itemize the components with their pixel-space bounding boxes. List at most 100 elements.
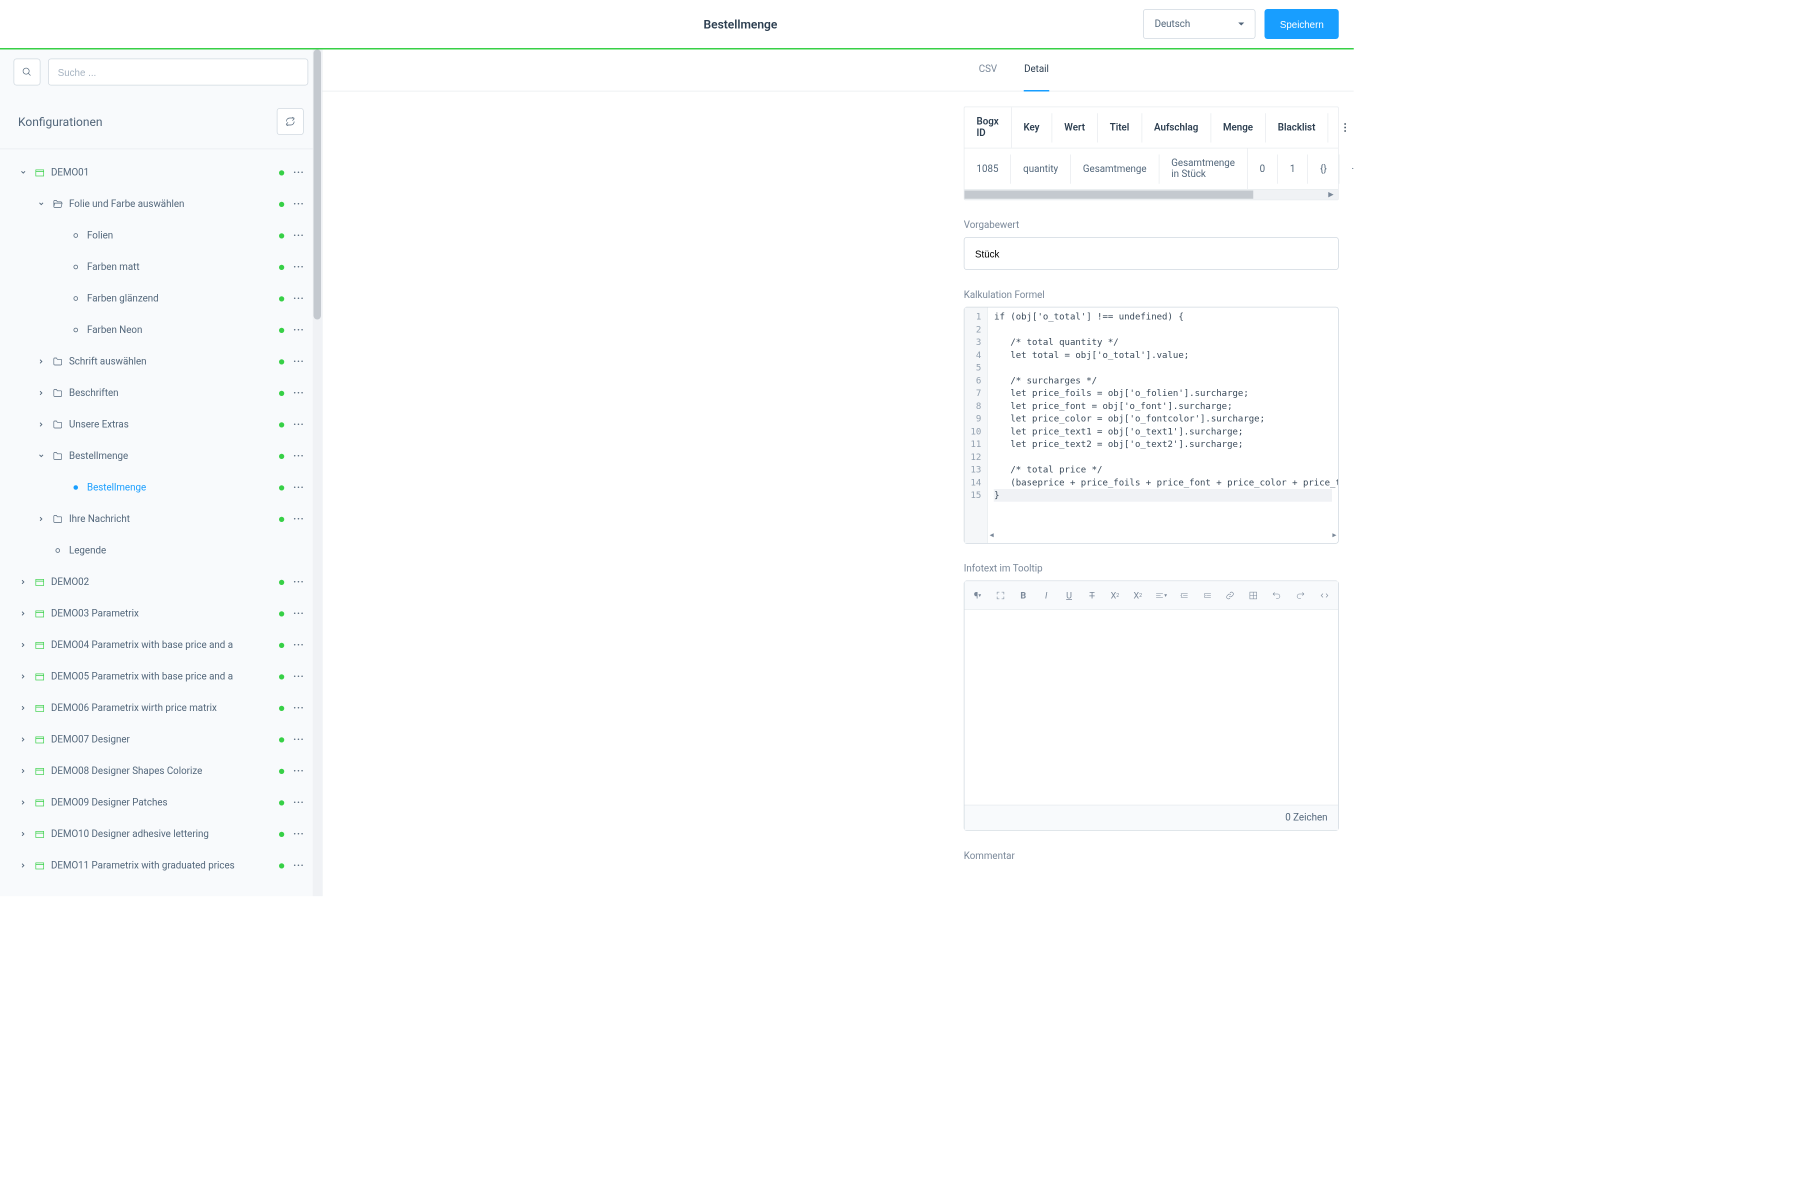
- chevron-icon: [18, 611, 29, 617]
- tree-item[interactable]: Beschriften ···: [0, 377, 322, 409]
- tree-label: Farben Neon: [87, 324, 270, 335]
- editor-body[interactable]: [965, 610, 1339, 805]
- pilcrow-icon[interactable]: ¶▾: [972, 589, 983, 601]
- tree-item[interactable]: DEMO04 Parametrix with base price and a …: [0, 629, 322, 661]
- more-icon[interactable]: ···: [293, 230, 308, 241]
- box-icon: [33, 766, 47, 777]
- tree-item[interactable]: Farben Neon ···: [0, 314, 322, 346]
- tree-item[interactable]: Ihre Nachricht ···: [0, 503, 322, 535]
- tree-item[interactable]: DEMO09 Designer Patches ···: [0, 787, 322, 819]
- tree-item[interactable]: DEMO05 Parametrix with base price and a …: [0, 661, 322, 693]
- outdent-icon[interactable]: [1179, 589, 1190, 601]
- chevron-icon: [18, 170, 29, 176]
- more-icon[interactable]: ···: [293, 450, 308, 461]
- tree-item[interactable]: Farben glänzend ···: [0, 283, 322, 315]
- save-button[interactable]: Speichern: [1265, 9, 1339, 39]
- tree-item[interactable]: DEMO10 Designer adhesive lettering ···: [0, 818, 322, 850]
- tree-item[interactable]: Unsere Extras ···: [0, 409, 322, 441]
- bold-icon[interactable]: B: [1018, 589, 1029, 601]
- more-icon[interactable]: ···: [293, 419, 308, 430]
- more-icon[interactable]: ···: [293, 860, 308, 871]
- tree-item[interactable]: DEMO11 Parametrix with graduated prices …: [0, 850, 322, 882]
- chevron-icon: [18, 831, 29, 837]
- row-actions[interactable]: ···: [1340, 154, 1354, 183]
- sidebar-scrollbar[interactable]: [313, 50, 322, 897]
- align-icon[interactable]: ▾: [1155, 589, 1167, 601]
- table-header: Blacklist: [1266, 113, 1328, 142]
- more-icon[interactable]: ···: [293, 671, 308, 682]
- chevron-icon: [18, 737, 29, 743]
- more-icon[interactable]: ···: [293, 167, 308, 178]
- infotext-label: Infotext im Tooltip: [964, 563, 1339, 574]
- more-icon[interactable]: ···: [293, 828, 308, 839]
- status-dot: [279, 737, 284, 742]
- table-cell: 0: [1248, 154, 1278, 183]
- more-icon[interactable]: ···: [293, 387, 308, 398]
- status-dot: [279, 233, 284, 238]
- status-dot: [279, 642, 284, 647]
- more-icon[interactable]: ···: [293, 576, 308, 587]
- more-icon[interactable]: ···: [293, 513, 308, 524]
- tree-item[interactable]: DEMO02 ···: [0, 566, 322, 598]
- tree-label: Ihre Nachricht: [69, 513, 270, 524]
- default-value-input[interactable]: [964, 237, 1339, 270]
- more-icon[interactable]: ···: [293, 324, 308, 335]
- more-icon[interactable]: ···: [293, 734, 308, 745]
- tree-item[interactable]: Farben matt ···: [0, 251, 322, 283]
- status-dot: [279, 422, 284, 427]
- fullscreen-icon[interactable]: [995, 589, 1006, 601]
- infotext-editor: ¶▾ B I U T X2 X2 ▾: [964, 581, 1339, 832]
- more-icon[interactable]: ···: [293, 639, 308, 650]
- box-icon: [33, 829, 47, 840]
- folder-icon: [51, 388, 65, 399]
- chevron-icon: [36, 359, 47, 365]
- tree-item[interactable]: Bestellmenge ···: [0, 440, 322, 472]
- table-icon[interactable]: [1248, 589, 1259, 601]
- underline-icon[interactable]: U: [1064, 589, 1075, 601]
- status-dot: [279, 863, 284, 868]
- tab-detail[interactable]: Detail: [1024, 50, 1049, 92]
- tree-label: DEMO05 Parametrix with base price and a: [51, 671, 270, 682]
- tree-item[interactable]: Folien ···: [0, 220, 322, 252]
- tree-item[interactable]: Legende: [0, 535, 322, 567]
- superscript-icon[interactable]: X2: [1109, 589, 1120, 601]
- link-icon[interactable]: [1225, 589, 1236, 601]
- more-icon[interactable]: ···: [293, 765, 308, 776]
- tree-item[interactable]: DEMO03 Parametrix ···: [0, 598, 322, 630]
- redo-icon[interactable]: [1295, 589, 1307, 601]
- search-input[interactable]: [48, 59, 308, 86]
- more-icon[interactable]: ···: [293, 797, 308, 808]
- tab-csv[interactable]: CSV: [979, 50, 997, 92]
- undo-icon[interactable]: [1271, 589, 1283, 601]
- tree-item[interactable]: DEMO07 Designer ···: [0, 724, 322, 756]
- more-icon[interactable]: ···: [293, 293, 308, 304]
- table-cell: quantity: [1011, 154, 1071, 183]
- tree-item[interactable]: DEMO06 Parametrix wirth price matrix ···: [0, 692, 322, 724]
- more-icon[interactable]: ···: [293, 702, 308, 713]
- tree-item[interactable]: Folie und Farbe auswählen ···: [0, 188, 322, 220]
- folder-icon: [51, 356, 65, 367]
- tree-item[interactable]: Bestellmenge ···: [0, 472, 322, 504]
- more-icon[interactable]: ···: [293, 482, 308, 493]
- search-icon[interactable]: [14, 59, 41, 86]
- subscript-icon[interactable]: X2: [1132, 589, 1143, 601]
- header: Bestellmenge Deutsch Speichern: [0, 0, 1354, 50]
- more-icon[interactable]: ···: [293, 356, 308, 367]
- more-icon[interactable]: ···: [293, 198, 308, 209]
- strike-icon[interactable]: T: [1087, 589, 1098, 601]
- more-icon[interactable]: ···: [293, 261, 308, 272]
- more-icon[interactable]: ···: [293, 608, 308, 619]
- indent-icon[interactable]: [1202, 589, 1213, 601]
- code-icon[interactable]: [1319, 589, 1331, 601]
- language-select[interactable]: Deutsch: [1143, 9, 1256, 39]
- table-scrollbar[interactable]: ◀ ▶: [965, 189, 1339, 200]
- italic-icon[interactable]: I: [1041, 589, 1052, 601]
- tree-label: Beschriften: [69, 387, 270, 398]
- formula-editor[interactable]: 123456789101112131415 if (obj['o_total']…: [964, 307, 1339, 544]
- chevron-icon: [36, 516, 47, 522]
- refresh-button[interactable]: [277, 108, 304, 135]
- tree-item[interactable]: DEMO01 ···: [0, 157, 322, 189]
- tree-label: DEMO08 Designer Shapes Colorize: [51, 765, 270, 776]
- tree-item[interactable]: DEMO08 Designer Shapes Colorize ···: [0, 755, 322, 787]
- tree-item[interactable]: Schrift auswählen ···: [0, 346, 322, 378]
